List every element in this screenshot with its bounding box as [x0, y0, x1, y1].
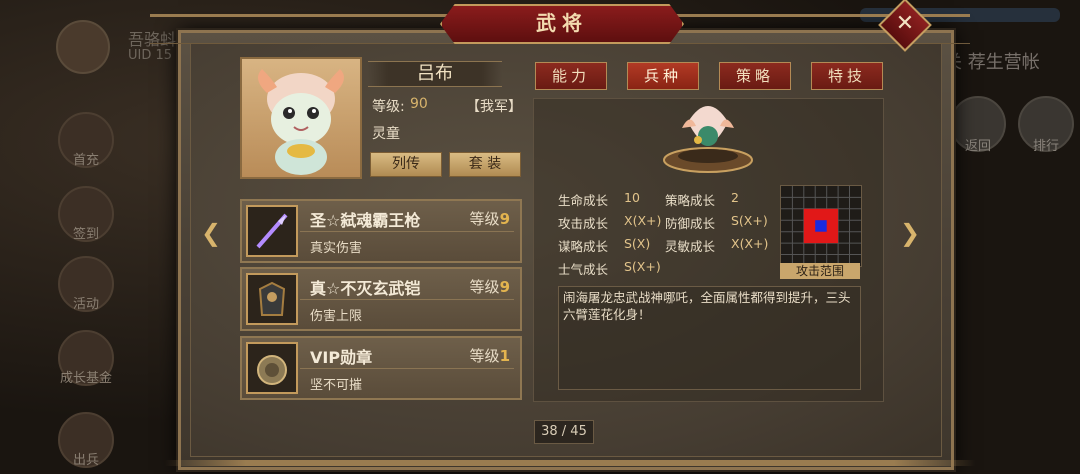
stat-value: 10: [624, 190, 640, 205]
stat-value: S(X): [624, 236, 651, 251]
armor-icon: [246, 273, 298, 325]
dialog-title-plate: 武将: [440, 4, 684, 44]
equipment-desc: 伤害上限: [310, 309, 363, 324]
equipment-level: 等级9: [469, 278, 510, 296]
dialog-bottom-frame: [165, 460, 975, 466]
divider: [300, 299, 514, 300]
background-right-label: 关 荐生营帐: [944, 52, 1040, 73]
attack-range-label: 攻击范围: [780, 263, 860, 279]
medal-icon: [246, 342, 298, 394]
growth-fund-button[interactable]: 成长基金: [58, 330, 114, 386]
hero-faction: 【我军】: [466, 99, 522, 115]
dialog-title: 武将: [536, 11, 588, 35]
stat-label: 谋略成长: [558, 239, 609, 254]
troop-description: 闹海屠龙忠武战神哪吒，全面属性都得到提升，三头六臂莲花化身！: [558, 286, 861, 390]
stat-label: 防御成长: [665, 216, 716, 231]
sign-in-button[interactable]: 签到: [58, 186, 114, 242]
equipment-level: 等级1: [469, 347, 510, 365]
equipment-desc: 坚不可摧: [310, 378, 363, 393]
hero-portrait-image: [258, 69, 344, 175]
close-x-icon: ✕: [895, 11, 915, 36]
equipment-slot-weapon[interactable]: 圣☆弑魂霸王枪 等级9 真实伤害: [240, 199, 522, 263]
attack-range-grid: [780, 185, 862, 267]
stat-value: S(X+): [731, 213, 768, 228]
equipment-desc: 真实伤害: [310, 241, 363, 256]
stat-value: X(X+): [731, 236, 769, 251]
divider: [300, 231, 514, 232]
equipment-name: 圣☆弑魂霸王枪: [310, 211, 421, 230]
equipment-name: 真☆不灭玄武铠: [310, 279, 421, 298]
hero-portrait: [240, 57, 362, 179]
ranking-button[interactable]: 排行: [1018, 96, 1074, 154]
equipment-slot-armor[interactable]: 真☆不灭玄武铠 等级9 伤害上限: [240, 267, 522, 331]
equipment-slot-medal[interactable]: VIP勋章 等级1 坚不可摧: [240, 336, 522, 400]
stat-label: 生命成长: [558, 193, 609, 208]
player-uid: UID 15: [128, 48, 173, 63]
hero-level-label: 等级:: [372, 99, 405, 115]
next-hero-arrow-icon[interactable]: ❯: [899, 220, 921, 246]
tab-troop[interactable]: 兵种: [627, 62, 699, 90]
spear-icon: [246, 205, 298, 257]
biography-button[interactable]: 列传: [370, 152, 442, 177]
hero-name-plate: 吕布: [368, 61, 502, 87]
prev-hero-arrow-icon[interactable]: ❮: [200, 220, 222, 246]
stat-label: 士气成长: [558, 262, 609, 277]
divider: [300, 368, 514, 369]
hero-type: 灵童: [372, 126, 400, 142]
first-recharge-button[interactable]: 首充: [58, 112, 114, 168]
tab-ability[interactable]: 能力: [535, 62, 607, 90]
equipment-name: VIP勋章: [310, 348, 373, 367]
stat-value: S(X+): [624, 259, 661, 274]
player-avatar: [56, 20, 110, 74]
page-indicator: 38 / 45: [534, 420, 594, 444]
stat-label: 策略成长: [665, 193, 716, 208]
return-button[interactable]: 返回: [950, 96, 1006, 154]
suit-button[interactable]: 套 装: [449, 152, 521, 177]
tab-strategy[interactable]: 策略: [719, 62, 791, 90]
troop-figure: [663, 106, 753, 173]
dispatch-button[interactable]: 出兵: [58, 412, 114, 468]
stat-value: X(X+): [624, 213, 662, 228]
activity-button[interactable]: 活动: [58, 256, 114, 312]
stat-label: 攻击成长: [558, 216, 609, 231]
tab-skill[interactable]: 特技: [811, 62, 883, 90]
equipment-level: 等级9: [469, 210, 510, 228]
stat-value: 2: [731, 190, 739, 205]
hero-level-value: 90: [410, 96, 428, 112]
stat-label: 灵敏成长: [665, 239, 716, 254]
hero-name: 吕布: [417, 63, 453, 84]
